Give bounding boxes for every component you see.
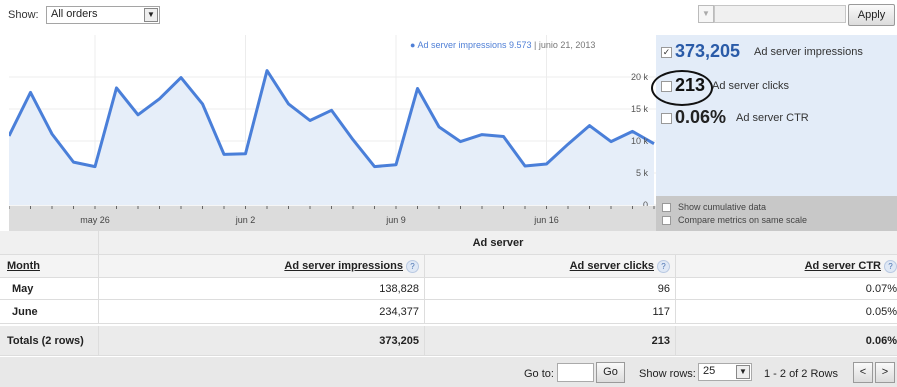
metric-ctr-value: 0.06%	[675, 107, 727, 127]
totals-clicks: 213	[651, 334, 670, 347]
apply-button[interactable]: Apply	[848, 4, 895, 26]
metric-clicks-label: Ad server clicks	[712, 80, 790, 92]
help-icon: ?	[884, 259, 897, 273]
prev-page-button[interactable]: <	[853, 362, 873, 383]
tooltip-value: 9.573	[509, 40, 532, 50]
chevron-down-icon[interactable]: ▼	[698, 5, 714, 23]
x-tick-label: jun 2	[235, 215, 256, 225]
show-label: Show:	[8, 9, 39, 21]
same-scale-checkbox[interactable]	[662, 216, 671, 225]
y-tick-label: 10 k	[631, 136, 649, 146]
x-tick-label: jun 9	[385, 215, 406, 225]
table-row: May 138,828 96 0.07%	[0, 278, 897, 300]
clicks-cell: 117	[652, 305, 670, 318]
col-month[interactable]: Month	[7, 255, 92, 277]
order-filter-select[interactable]: All orders ▼	[46, 6, 160, 24]
month-cell: May	[12, 282, 34, 295]
rows-per-page-select[interactable]: 25 ▼	[698, 363, 752, 381]
metric-impressions-value: 373,205	[675, 41, 741, 61]
same-scale-label: Compare metrics on same scale	[678, 215, 808, 225]
totals-label: Totals (2 rows)	[7, 334, 84, 347]
chart-options: Show cumulative data Compare metrics on …	[656, 196, 897, 231]
metric-impressions-label: Ad server impressions	[754, 46, 863, 58]
ctr-cell: 0.07%	[865, 282, 897, 295]
report-table: Ad server Month Ad server impressions? A…	[0, 231, 897, 356]
order-filter-value: All orders	[51, 8, 98, 20]
impressions-cell: 138,828	[379, 282, 419, 295]
y-tick-label: 5 k	[636, 168, 649, 178]
cumulative-label: Show cumulative data	[678, 202, 767, 212]
totals-row: Totals (2 rows) 373,205 213 0.06%	[0, 326, 897, 356]
goto-label: Go to:	[524, 368, 554, 380]
chart-tooltip: ● Ad server impressions 9.573 | junio 21…	[410, 40, 596, 50]
group-header-row: Ad server	[0, 231, 897, 255]
chevron-down-icon: ▼	[144, 8, 158, 22]
show-rows-label: Show rows:	[639, 368, 696, 380]
y-tick-label: 15 k	[631, 104, 649, 114]
next-page-button[interactable]: >	[875, 362, 895, 383]
help-icon: ?	[406, 259, 419, 273]
ctr-cell: 0.05%	[865, 305, 897, 318]
help-icon: ?	[657, 259, 670, 273]
tooltip-series: Ad server impressions	[417, 40, 507, 50]
chevron-down-icon: ▼	[736, 365, 750, 379]
month-cell: June	[12, 305, 38, 318]
series-area-fill	[9, 70, 654, 205]
metrics-panel: ✓ 373,205 Ad server impressions 213 Ad s…	[656, 35, 897, 196]
y-tick-label: 20 k	[631, 72, 649, 82]
group-header: Ad server	[472, 236, 524, 249]
col-impressions[interactable]: Ad server impressions?	[99, 255, 423, 277]
go-button[interactable]: Go	[596, 362, 625, 383]
impressions-cell: 234,377	[379, 305, 419, 318]
goto-page-input[interactable]	[557, 363, 594, 382]
clicks-cell: 96	[657, 282, 670, 295]
impressions-chart: 05 k10 k15 k20 k may 26 jun 2 jun 9 jun 16	[9, 35, 656, 231]
column-header-row: Month Ad server impressions? Ad server c…	[0, 255, 897, 278]
x-tick-label: jun 16	[533, 215, 559, 225]
highlight-circle-annotation	[651, 70, 713, 106]
metric-ctr-label: Ad server CTR	[736, 112, 809, 124]
metric-impressions-checkbox[interactable]: ✓	[661, 47, 672, 58]
col-ctr[interactable]: Ad server CTR?	[676, 255, 897, 277]
totals-impressions: 373,205	[379, 334, 419, 347]
table-row: June 234,377 117 0.05%	[0, 300, 897, 324]
metric-ctr-checkbox[interactable]	[661, 113, 672, 124]
tooltip-date: junio 21, 2013	[538, 40, 596, 50]
cumulative-checkbox[interactable]	[662, 203, 671, 212]
row-range-text: 1 - 2 of 2 Rows	[764, 368, 838, 380]
col-clicks[interactable]: Ad server clicks?	[425, 255, 674, 277]
secondary-filter-input[interactable]	[714, 5, 846, 23]
totals-ctr: 0.06%	[865, 334, 897, 347]
pagination-bar: Go to: Go Show rows: 25 ▼ 1 - 2 of 2 Row…	[0, 357, 897, 387]
rows-per-page-value: 25	[703, 365, 716, 377]
x-tick-label: may 26	[80, 215, 110, 225]
